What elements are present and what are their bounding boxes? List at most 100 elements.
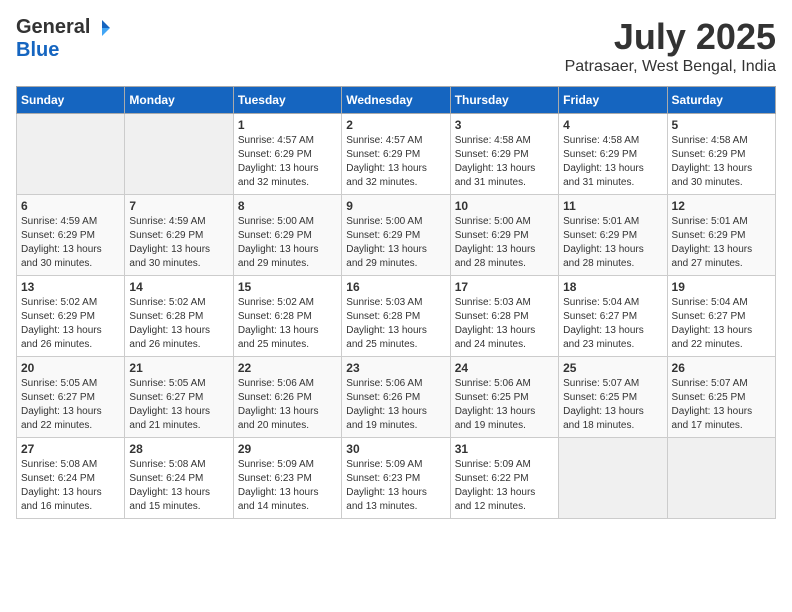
table-row: 20Sunrise: 5:05 AM Sunset: 6:27 PM Dayli… [17, 357, 125, 438]
table-row: 7Sunrise: 4:59 AM Sunset: 6:29 PM Daylig… [125, 195, 233, 276]
day-info: Sunrise: 4:57 AM Sunset: 6:29 PM Dayligh… [346, 134, 445, 190]
day-number: 18 [563, 280, 662, 294]
day-info: Sunrise: 5:07 AM Sunset: 6:25 PM Dayligh… [672, 377, 771, 433]
day-info: Sunrise: 5:03 AM Sunset: 6:28 PM Dayligh… [455, 296, 554, 352]
col-wednesday: Wednesday [342, 87, 450, 114]
table-row: 18 Sunrise: 5:04 AM Sunset: 6:27 PM Dayli… [559, 276, 667, 357]
table-row: 13 Sunrise: 5:02 AM Sunset: 6:29 PM Dayli… [17, 276, 125, 357]
day-info: Sunrise: 5:08 AM Sunset: 6:24 PM Dayligh… [21, 458, 120, 514]
day-info: Sunrise: 5:00 AM Sunset: 6:29 PM Dayligh… [455, 215, 554, 271]
table-row: 19 Sunrise: 5:04 AM Sunset: 6:27 PM Dayli… [667, 276, 775, 357]
table-row [667, 438, 775, 519]
day-info: Sunrise: 5:02 AM Sunset: 6:29 PM Dayligh… [21, 296, 120, 352]
logo-blue: Blue [16, 39, 59, 61]
day-number: 21 [129, 361, 228, 375]
table-row [125, 114, 233, 195]
day-info: Sunrise: 5:02 AM Sunset: 6:28 PM Dayligh… [238, 296, 337, 352]
day-info: Sunrise: 4:58 AM Sunset: 6:29 PM Dayligh… [455, 134, 554, 190]
day-number: 24 [455, 361, 554, 375]
table-row: 29Sunrise: 5:09 AM Sunset: 6:23 PM Dayli… [233, 438, 341, 519]
day-number: 5 [672, 118, 771, 132]
week-row-1: 6Sunrise: 4:59 AM Sunset: 6:29 PM Daylig… [17, 195, 776, 276]
day-info: Sunrise: 5:01 AM Sunset: 6:29 PM Dayligh… [563, 215, 662, 271]
day-info: Sunrise: 5:02 AM Sunset: 6:28 PM Dayligh… [129, 296, 228, 352]
table-row: 23 Sunrise: 5:06 AM Sunset: 6:26 PM Dayli… [342, 357, 450, 438]
day-info: Sunrise: 4:57 AM Sunset: 6:29 PM Dayligh… [238, 134, 337, 190]
table-row: 3 Sunrise: 4:58 AM Sunset: 6:29 PM Daylig… [450, 114, 558, 195]
table-row: 22Sunrise: 5:06 AM Sunset: 6:26 PM Dayli… [233, 357, 341, 438]
day-info: Sunrise: 5:04 AM Sunset: 6:27 PM Dayligh… [672, 296, 771, 352]
week-row-2: 13 Sunrise: 5:02 AM Sunset: 6:29 PM Dayli… [17, 276, 776, 357]
day-number: 6 [21, 199, 120, 213]
day-info: Sunrise: 5:06 AM Sunset: 6:26 PM Dayligh… [346, 377, 445, 433]
month-title: July 2025 [565, 16, 776, 58]
day-number: 10 [455, 199, 554, 213]
logo-general: General [16, 16, 90, 39]
day-number: 13 [21, 280, 120, 294]
day-info: Sunrise: 5:01 AM Sunset: 6:29 PM Dayligh… [672, 215, 771, 271]
table-row: 2 Sunrise: 4:57 AM Sunset: 6:29 PM Daylig… [342, 114, 450, 195]
calendar-body: 1 Sunrise: 4:57 AM Sunset: 6:29 PM Daylig… [17, 114, 776, 519]
title-block: July 2025 Patrasaer, West Bengal, India [565, 16, 776, 76]
col-saturday: Saturday [667, 87, 775, 114]
table-row: 24 Sunrise: 5:06 AM Sunset: 6:25 PM Dayli… [450, 357, 558, 438]
table-row: 12 Sunrise: 5:01 AM Sunset: 6:29 PM Dayli… [667, 195, 775, 276]
logo-icon [92, 18, 112, 38]
day-number: 12 [672, 199, 771, 213]
day-info: Sunrise: 5:00 AM Sunset: 6:29 PM Dayligh… [346, 215, 445, 271]
table-row: 11 Sunrise: 5:01 AM Sunset: 6:29 PM Dayli… [559, 195, 667, 276]
day-number: 9 [346, 199, 445, 213]
day-number: 20 [21, 361, 120, 375]
day-number: 31 [455, 442, 554, 456]
table-row: 25 Sunrise: 5:07 AM Sunset: 6:25 PM Dayli… [559, 357, 667, 438]
day-info: Sunrise: 5:06 AM Sunset: 6:25 PM Dayligh… [455, 377, 554, 433]
day-number: 11 [563, 199, 662, 213]
week-row-3: 20 Sunrise: 5:05 AM Sunset: 6:27 PM Dayli… [17, 357, 776, 438]
table-row: 6Sunrise: 4:59 AM Sunset: 6:29 PM Daylig… [17, 195, 125, 276]
table-row: 16Sunrise: 5:03 AM Sunset: 6:28 PM Dayli… [342, 276, 450, 357]
day-number: 3 [455, 118, 554, 132]
table-row: 8 Sunrise: 5:00 AM Sunset: 6:29 PM Daylig… [233, 195, 341, 276]
day-number: 28 [129, 442, 228, 456]
col-thursday: Thursday [450, 87, 558, 114]
day-number: 4 [563, 118, 662, 132]
day-number: 15 [238, 280, 337, 294]
table-row: 21 Sunrise: 5:05 AM Sunset: 6:27 PM Dayli… [125, 357, 233, 438]
day-info: Sunrise: 4:58 AM Sunset: 6:29 PM Dayligh… [672, 134, 771, 190]
logo: General Blue [16, 16, 112, 62]
day-info: Sunrise: 4:58 AM Sunset: 6:29 PM Dayligh… [563, 134, 662, 190]
day-number: 17 [455, 280, 554, 294]
col-sunday: Sunday [17, 87, 125, 114]
table-row: 4 Sunrise: 4:58 AM Sunset: 6:29 PM Daylig… [559, 114, 667, 195]
day-number: 25 [563, 361, 662, 375]
day-info: Sunrise: 5:07 AM Sunset: 6:25 PM Dayligh… [563, 377, 662, 433]
table-row: 1 Sunrise: 4:57 AM Sunset: 6:29 PM Daylig… [233, 114, 341, 195]
day-info: Sunrise: 5:09 AM Sunset: 6:22 PM Dayligh… [455, 458, 554, 514]
table-row: 27Sunrise: 5:08 AM Sunset: 6:24 PM Dayli… [17, 438, 125, 519]
day-number: 8 [238, 199, 337, 213]
table-row: 9 Sunrise: 5:00 AM Sunset: 6:29 PM Daylig… [342, 195, 450, 276]
col-friday: Friday [559, 87, 667, 114]
table-row [559, 438, 667, 519]
day-number: 16 [346, 280, 445, 294]
day-number: 2 [346, 118, 445, 132]
day-info: Sunrise: 5:00 AM Sunset: 6:29 PM Dayligh… [238, 215, 337, 271]
day-number: 26 [672, 361, 771, 375]
table-row: 14Sunrise: 5:02 AM Sunset: 6:28 PM Dayli… [125, 276, 233, 357]
day-number: 22 [238, 361, 337, 375]
table-row: 10 Sunrise: 5:00 AM Sunset: 6:29 PM Dayli… [450, 195, 558, 276]
day-number: 23 [346, 361, 445, 375]
table-row: 17 Sunrise: 5:03 AM Sunset: 6:28 PM Dayli… [450, 276, 558, 357]
col-tuesday: Tuesday [233, 87, 341, 114]
day-info: Sunrise: 5:05 AM Sunset: 6:27 PM Dayligh… [129, 377, 228, 433]
day-info: Sunrise: 5:09 AM Sunset: 6:23 PM Dayligh… [238, 458, 337, 514]
col-monday: Monday [125, 87, 233, 114]
day-number: 30 [346, 442, 445, 456]
table-row: 26 Sunrise: 5:07 AM Sunset: 6:25 PM Dayli… [667, 357, 775, 438]
table-row: 30Sunrise: 5:09 AM Sunset: 6:23 PM Dayli… [342, 438, 450, 519]
day-number: 19 [672, 280, 771, 294]
table-row: 28Sunrise: 5:08 AM Sunset: 6:24 PM Dayli… [125, 438, 233, 519]
day-info: Sunrise: 5:04 AM Sunset: 6:27 PM Dayligh… [563, 296, 662, 352]
page-header: General Blue July 2025 Patrasaer, West B… [16, 16, 776, 76]
day-number: 1 [238, 118, 337, 132]
